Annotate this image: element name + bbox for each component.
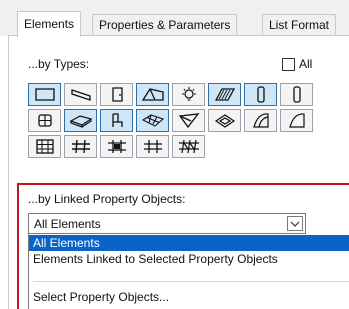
column-icon [256,86,265,103]
option-select-property-objects[interactable]: Select Property Objects... [29,289,349,305]
tab-bar: Elements Properties & Parameters List Fo… [0,0,349,37]
column-type-button-2[interactable] [280,83,313,106]
window-icon [37,114,52,127]
roof-type-button[interactable] [136,83,169,106]
wall-type-button[interactable] [28,83,61,106]
dropdown-separator [33,281,349,282]
stair-icon [71,139,90,154]
mesh-type-button[interactable] [136,109,169,132]
shell-icon [252,113,269,128]
lamp-type-button[interactable] [172,83,205,106]
by-linked-property-objects-label: ...by Linked Property Objects: [28,192,186,206]
zone-icon [214,114,235,128]
option-all-elements[interactable]: All Elements [29,235,349,251]
column-icon [292,86,301,103]
railing-icon [107,140,126,153]
all-types-checkbox[interactable] [282,57,295,71]
curtain-wall-icon [35,139,54,154]
zone-type-button[interactable] [208,109,241,132]
select-dropdown-list: All Elements Elements Linked to Selected… [28,234,349,309]
tab-properties-parameters[interactable]: Properties & Parameters [92,14,238,36]
object-type-button[interactable] [100,109,133,132]
option-elements-linked[interactable]: Elements Linked to Selected Property Obj… [29,251,349,267]
roof-icon [141,88,164,101]
slab-icon [69,115,92,128]
mesh-icon [141,114,164,127]
frame-type-button[interactable] [136,135,169,158]
shell-type-button[interactable] [244,109,277,132]
shell-type-button-2[interactable] [280,109,313,132]
curtain-wall-type-button[interactable] [28,135,61,158]
select-current-value: All Elements [34,217,101,231]
chevron-down-icon[interactable] [287,216,303,231]
truss-icon [178,139,199,154]
morph-icon [178,113,199,129]
all-types-checkbox-label: All [299,57,313,71]
window-type-button[interactable] [28,109,61,132]
by-types-label: ...by Types: [28,57,90,71]
morph-type-button[interactable] [172,109,205,132]
slab-type-button[interactable] [64,109,97,132]
slab-hatch-icon [214,88,235,101]
tab-list-format[interactable]: List Format [262,14,337,36]
beam-icon [70,89,91,101]
all-types-checkbox-group[interactable]: All [282,57,312,71]
door-icon [111,87,123,102]
linked-property-objects-select[interactable]: All Elements [28,213,306,234]
truss-type-button[interactable] [172,135,205,158]
stair-type-button[interactable] [64,135,97,158]
shell-icon [288,113,305,128]
lamp-icon [181,87,196,101]
slab-hatch-type-button[interactable] [208,83,241,106]
frame-icon [143,140,162,153]
railing-type-button[interactable] [100,135,133,158]
wall-icon [34,88,55,101]
door-type-button[interactable] [100,83,133,106]
object-chair-icon [111,113,123,127]
column-type-button[interactable] [244,83,277,106]
beam-type-button[interactable] [64,83,97,106]
tab-elements[interactable]: Elements [17,11,82,37]
